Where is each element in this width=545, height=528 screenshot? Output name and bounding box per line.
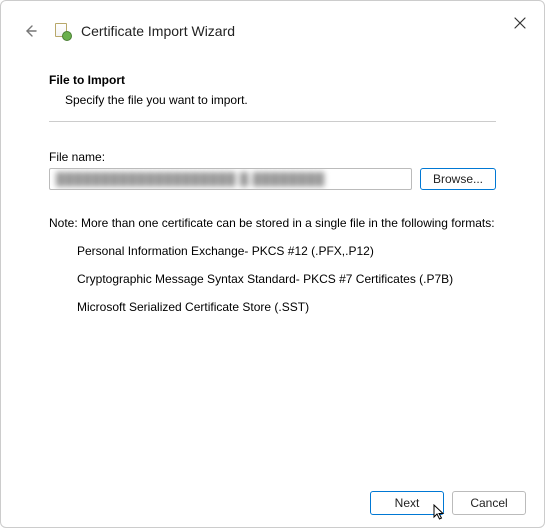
footer: Next Cancel [370,491,526,515]
window-title: Certificate Import Wizard [81,23,235,39]
note-text: Note: More than one certificate can be s… [49,216,496,230]
close-icon [514,17,526,29]
file-row: ████████████████████ █.████████ Browse..… [49,168,496,190]
titlebar: Certificate Import Wizard [1,1,544,57]
file-name-label: File name: [49,150,496,164]
format-item: Personal Information Exchange- PKCS #12 … [77,244,496,258]
page-subheading: Specify the file you want to import. [65,93,496,107]
close-button[interactable] [506,9,534,37]
content-area: File to Import Specify the file you want… [1,57,544,314]
format-item: Microsoft Serialized Certificate Store (… [77,300,496,314]
page-heading: File to Import [49,73,496,87]
back-button[interactable] [19,19,43,43]
formats-list: Personal Information Exchange- PKCS #12 … [77,244,496,314]
file-name-input[interactable]: ████████████████████ █.████████ [49,168,412,190]
certificate-wizard-icon [53,21,73,41]
file-name-value: ████████████████████ █.████████ [56,172,325,186]
browse-button[interactable]: Browse... [420,168,496,190]
next-button-label: Next [395,496,420,510]
cancel-button[interactable]: Cancel [452,491,526,515]
format-item: Cryptographic Message Syntax Standard- P… [77,272,496,286]
back-arrow-icon [23,23,39,39]
mouse-cursor-icon [433,504,447,522]
next-button[interactable]: Next [370,491,444,515]
divider [49,121,496,122]
